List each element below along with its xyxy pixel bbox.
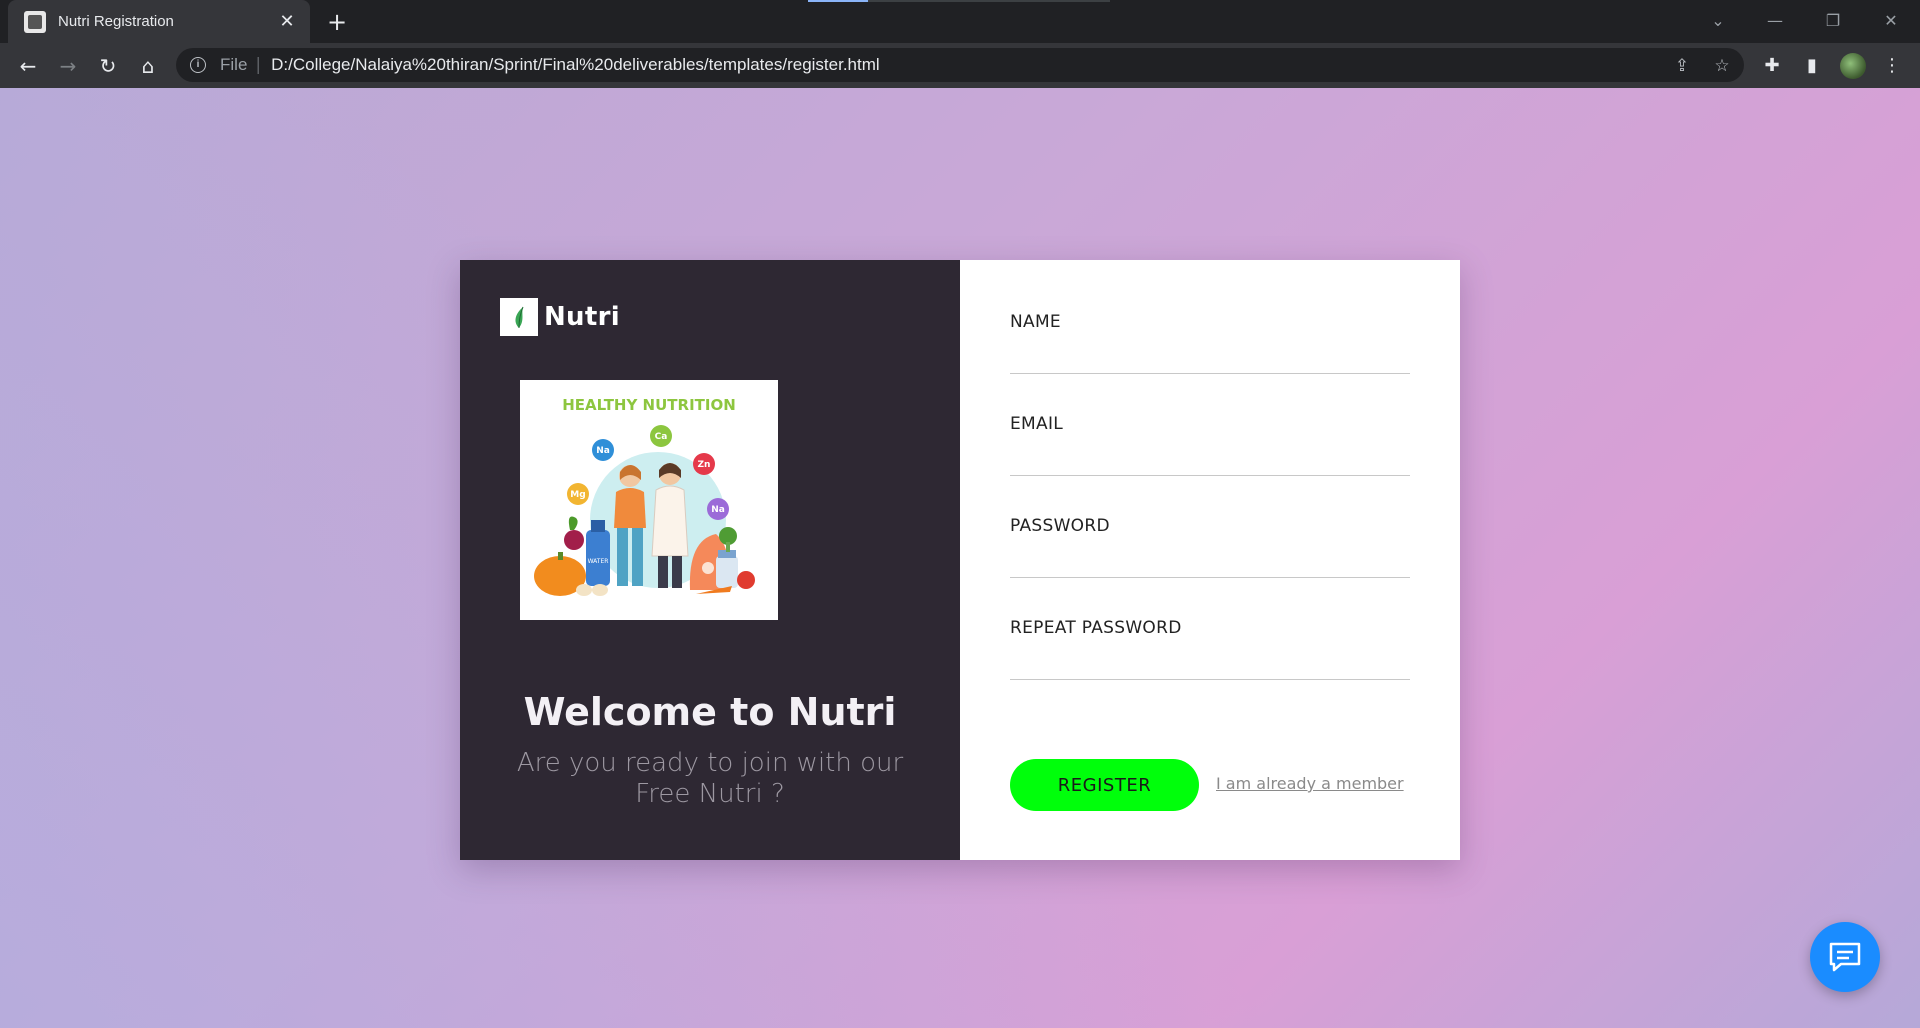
menu-icon[interactable]: ⋮ <box>1878 52 1906 80</box>
register-form: NAME EMAIL PASSWORD REPEAT PASSWORD REGI… <box>960 260 1460 860</box>
password-label: PASSWORD <box>1010 516 1110 536</box>
chat-button[interactable] <box>1810 922 1880 992</box>
url-separator: | <box>255 55 262 75</box>
badge-na-1: Na <box>596 446 610 456</box>
name-input[interactable] <box>1010 336 1410 374</box>
password-input[interactable] <box>1010 540 1410 578</box>
address-bar[interactable]: i File | D:/College/Nalaiya%20thiran/Spr… <box>176 48 1744 82</box>
welcome-heading: Welcome to Nutri <box>523 690 897 734</box>
already-member-link[interactable]: I am already a member <box>1216 774 1404 793</box>
extensions-icon[interactable]: ✚ <box>1758 52 1786 80</box>
email-field: EMAIL <box>1010 414 1410 476</box>
register-button[interactable]: REGISTER <box>1010 759 1199 811</box>
window-close-icon[interactable]: ✕ <box>1876 8 1906 34</box>
name-field: NAME <box>1010 312 1410 374</box>
repeat-password-field: REPEAT PASSWORD <box>1010 618 1410 680</box>
leaf-logo-icon <box>500 298 538 336</box>
profile-avatar[interactable] <box>1840 53 1866 79</box>
repeat-password-input[interactable] <box>1010 642 1410 680</box>
minimize-icon[interactable]: — <box>1760 8 1790 34</box>
badge-zn: Zn <box>698 460 711 470</box>
url-scheme: File <box>220 55 248 74</box>
loading-indicator <box>808 0 868 2</box>
close-tab-icon[interactable]: ✕ <box>276 11 298 33</box>
badge-ca: Ca <box>655 432 668 442</box>
browser-tab[interactable]: Nutri Registration ✕ <box>8 0 310 43</box>
favicon-icon <box>24 10 46 33</box>
chat-icon <box>1829 942 1861 972</box>
name-label: NAME <box>1010 312 1061 332</box>
back-icon[interactable]: ← <box>13 51 43 81</box>
reload-icon[interactable]: ↻ <box>93 51 123 81</box>
tab-search-icon[interactable]: ⌄ <box>1703 8 1733 34</box>
register-card: Nutri HEALTHY NUTRITION Na Ca Zn Mg Na W… <box>460 260 1460 860</box>
home-icon[interactable]: ⌂ <box>133 51 163 81</box>
badge-na-2: Na <box>711 505 725 515</box>
welcome-panel: Nutri HEALTHY NUTRITION Na Ca Zn Mg Na W… <box>460 260 960 860</box>
browser-toolbar: ← → ↻ ⌂ i File | D:/College/Nalaiya%20th… <box>0 43 1920 88</box>
brand-name: Nutri <box>544 302 620 332</box>
healthy-nutrition-illustration: HEALTHY NUTRITION Na Ca Zn Mg Na WATER <box>520 380 778 620</box>
email-input[interactable] <box>1010 438 1410 476</box>
page-viewport: Nutri HEALTHY NUTRITION Na Ca Zn Mg Na W… <box>0 88 1920 1028</box>
brand: Nutri <box>500 298 620 336</box>
water-bottle-label: WATER <box>588 558 609 565</box>
url-text[interactable]: D:/College/Nalaiya%20thiran/Sprint/Final… <box>271 55 880 75</box>
restore-icon[interactable]: ❐ <box>1818 8 1848 34</box>
star-icon[interactable]: ☆ <box>1710 54 1734 78</box>
side-panel-icon[interactable]: ▮ <box>1798 52 1826 80</box>
browser-tab-bar: Nutri Registration ✕ + ⌄ — ❐ ✕ <box>0 0 1920 43</box>
tab-title: Nutri Registration <box>58 13 174 30</box>
welcome-tagline: Are you ready to join with our Free Nutr… <box>516 748 904 809</box>
forward-icon[interactable]: → <box>53 51 83 81</box>
email-label: EMAIL <box>1010 414 1064 434</box>
loading-track <box>868 0 1110 2</box>
info-icon[interactable]: i <box>190 57 206 73</box>
repeat-password-label: REPEAT PASSWORD <box>1010 618 1182 638</box>
badge-mg: Mg <box>570 490 585 500</box>
password-field: PASSWORD <box>1010 516 1410 578</box>
new-tab-button[interactable]: + <box>324 9 350 35</box>
share-icon[interactable]: ⇪ <box>1670 54 1694 78</box>
